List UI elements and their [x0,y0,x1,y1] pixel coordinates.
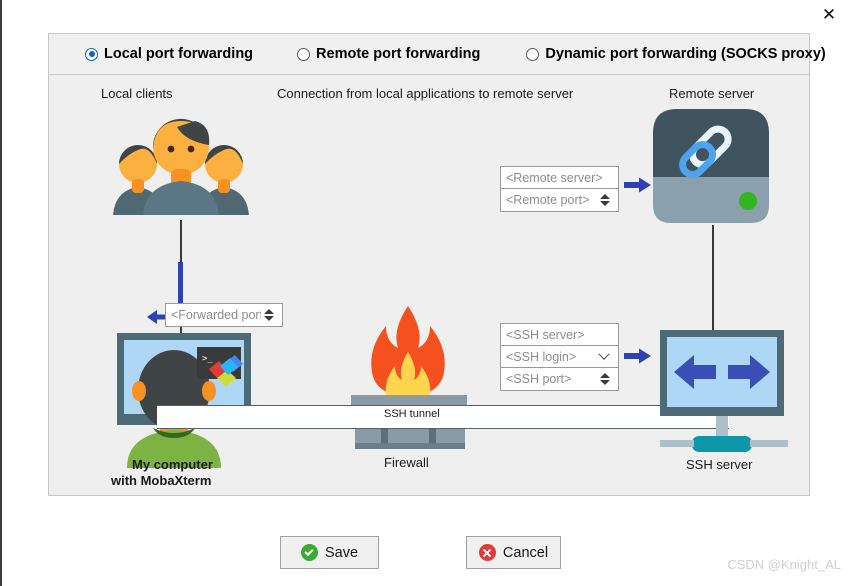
radio-indicator-remote [297,48,310,61]
save-button-label: Save [325,545,358,561]
label-diagram-title: Connection from local applications to re… [277,86,573,101]
label-my-computer-line2: with MobaXterm [111,473,211,488]
forwarded-port-field[interactable]: <Forwarded port> [166,304,282,326]
remote-port-field[interactable]: <Remote port> [501,189,618,211]
watermark-text: CSDN @Knight_AL [727,557,841,572]
remote-fields-group: <Remote server> <Remote port> [500,166,619,212]
ssh-login-value: <SSH login> [501,350,596,364]
ssh-port-spinner-icon[interactable] [597,373,613,385]
my-computer-icon: >_ [117,333,257,468]
radio-label-local: Local port forwarding [104,46,253,62]
forwarding-mode-bar: Local port forwarding Remote port forwar… [48,33,810,74]
x-circle-icon [479,544,496,561]
radio-indicator-local [85,48,98,61]
ssh-login-field[interactable]: <SSH login> [501,346,618,368]
forwarded-port-spinner-icon[interactable] [261,309,277,321]
close-icon[interactable]: ✕ [809,0,849,30]
radio-label-dynamic: Dynamic port forwarding (SOCKS proxy) [545,46,825,62]
remote-port-spinner-icon[interactable] [597,194,613,206]
arrow-to-remote-server [624,176,652,194]
ssh-port-field[interactable]: <SSH port> [501,368,618,390]
cancel-button-label: Cancel [503,545,548,561]
forwarding-diagram: Local clients Connection from local appl… [48,74,810,496]
label-ssh-tunnel: SSH tunnel [384,408,440,420]
local-clients-icon [111,107,251,219]
window-left-border [0,0,2,586]
firewall-icon [341,300,476,460]
cancel-button[interactable]: Cancel [466,536,561,569]
svg-text:>_: >_ [202,354,213,364]
label-ssh-server: SSH server [686,457,752,472]
dialog-window: ✕ Local port forwarding Remote port forw… [0,0,859,586]
label-my-computer-line1: My computer [132,457,213,472]
forwarded-port-value: <Forwarded port> [166,308,261,322]
line-clients-to-computer-top [180,220,182,262]
remote-server-icon [647,105,775,230]
radio-local-port-forwarding[interactable]: Local port forwarding [85,46,253,62]
arrow-to-ssh-server [624,347,652,365]
ssh-fields-group: <SSH server> <SSH login> <SSH port> [500,323,619,391]
remote-port-value: <Remote port> [501,193,597,207]
remote-server-field[interactable]: <Remote server> [501,167,618,189]
chevron-down-icon[interactable] [596,353,612,361]
radio-remote-port-forwarding[interactable]: Remote port forwarding [297,46,480,62]
radio-indicator-dynamic [526,48,539,61]
check-circle-icon [301,544,318,561]
save-button[interactable]: Save [280,536,379,569]
ssh-port-value: <SSH port> [501,372,597,386]
remote-server-value: <Remote server> [501,171,618,185]
forwarded-port-fieldbox: <Forwarded port> [165,303,283,327]
label-local-clients: Local clients [101,86,173,101]
ssh-server-value: <SSH server> [501,328,618,342]
radio-dynamic-port-forwarding[interactable]: Dynamic port forwarding (SOCKS proxy) [526,46,825,62]
ssh-tunnel-band [157,405,729,429]
label-remote-server: Remote server [669,86,754,101]
ssh-server-field[interactable]: <SSH server> [501,324,618,346]
ssh-server-icon [660,330,792,465]
radio-label-remote: Remote port forwarding [316,46,480,62]
label-firewall: Firewall [384,455,429,470]
